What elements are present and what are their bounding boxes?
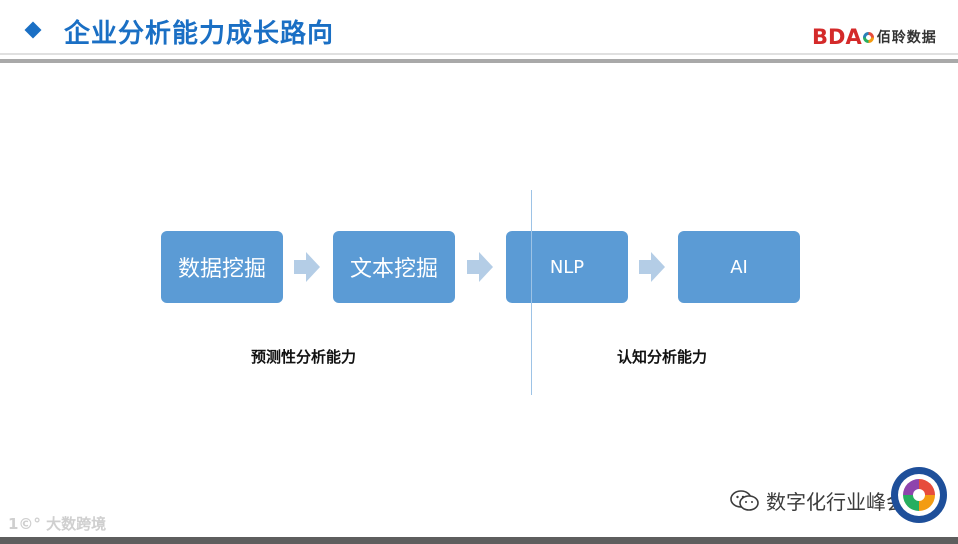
bottom-bar <box>0 537 958 544</box>
logo-bda-text: BDA <box>812 25 862 49</box>
header-divider-light <box>0 53 958 55</box>
logo-mark-icon <box>862 31 874 43</box>
phase-divider <box>531 190 532 395</box>
arrow-right-icon <box>294 252 320 282</box>
arrow-right-icon <box>639 252 665 282</box>
step-text-mining: 文本挖掘 <box>333 231 455 303</box>
header-divider-dark <box>0 59 958 63</box>
caption-predictive: 预测性分析能力 <box>251 348 357 366</box>
logo-cn-text: 佰聆数据 <box>876 30 937 46</box>
slide-header: 企业分析能力成长路向 BDA 佰聆数据 <box>0 0 958 63</box>
step-nlp: NLP <box>506 231 628 303</box>
watermark-left: 1©° 大数跨境 <box>8 515 107 533</box>
wechat-icon <box>730 489 759 511</box>
slide-title: 企业分析能力成长路向 <box>64 19 335 49</box>
diamond-bullet-icon <box>24 21 42 39</box>
seal-icon <box>891 467 947 523</box>
step-data-mining: 数据挖掘 <box>161 231 283 303</box>
step-ai: AI <box>678 231 800 303</box>
caption-cognitive: 认知分析能力 <box>617 348 708 366</box>
company-logo: BDA 佰聆数据 <box>812 24 937 50</box>
wechat-badge: 数字化行业峰会 <box>730 486 906 515</box>
arrow-right-icon <box>467 252 493 282</box>
wechat-account-name: 数字化行业峰会 <box>766 490 906 514</box>
